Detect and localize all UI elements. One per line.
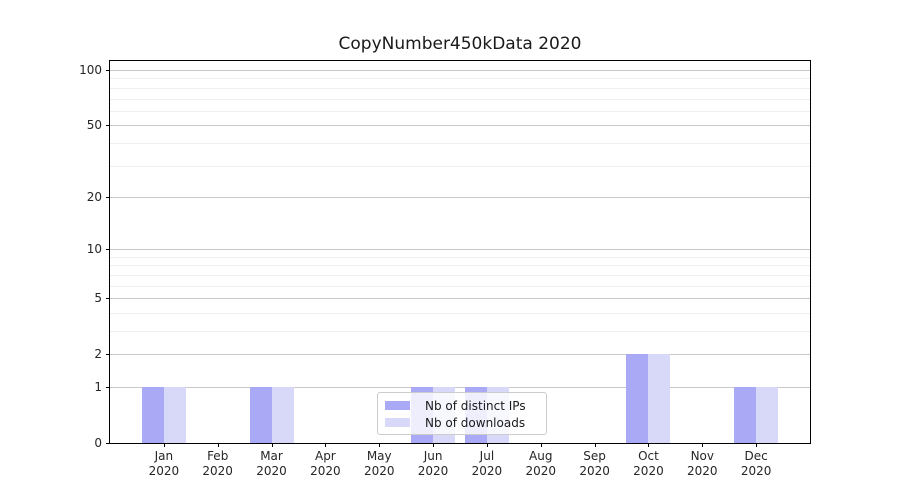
legend: Nb of distinct IPs Nb of downloads — [377, 392, 547, 435]
x-tick-label-jul: Jul2020 — [457, 449, 517, 479]
x-tick-sublabel: 2020 — [457, 464, 517, 479]
y-tick-mark — [106, 125, 110, 126]
x-tick-label-jun: Jun2020 — [403, 449, 463, 479]
major-gridline — [110, 354, 810, 355]
bar-oct-distinct-ips — [626, 354, 648, 443]
y-tick-mark — [106, 197, 110, 198]
bar-jan-distinct-ips — [142, 387, 164, 443]
chart-title: CopyNumber450kData 2020 — [110, 34, 810, 54]
y-tick-label: 50 — [38, 117, 102, 133]
minor-gridline — [110, 331, 810, 332]
x-tick-mark — [325, 443, 326, 447]
x-tick-sublabel: 2020 — [618, 464, 678, 479]
major-gridline — [110, 125, 810, 126]
x-tick-mark — [702, 443, 703, 447]
minor-gridline — [110, 143, 810, 144]
x-tick-label-apr: Apr2020 — [295, 449, 355, 479]
minor-gridline — [110, 88, 810, 89]
plot-area — [109, 60, 811, 444]
x-tick-mark — [541, 443, 542, 447]
x-tick-sublabel: 2020 — [295, 464, 355, 479]
x-tick-label-dec: Dec2020 — [726, 449, 786, 479]
legend-label-distinct-ips: Nb of distinct IPs — [425, 399, 526, 413]
x-tick-label-sep: Sep2020 — [565, 449, 625, 479]
x-tick-label-mar: Mar2020 — [242, 449, 302, 479]
major-gridline — [110, 70, 810, 71]
chart-figure: CopyNumber450kData 2020 0 1 2 5 10 20 50 100 Ja… — [0, 0, 900, 500]
x-tick-sublabel: 2020 — [672, 464, 732, 479]
y-tick-label: 20 — [38, 189, 102, 205]
y-tick-mark — [106, 249, 110, 250]
x-tick-mark — [164, 443, 165, 447]
y-tick-mark — [106, 387, 110, 388]
minor-gridline — [110, 166, 810, 167]
y-tick-label: 1 — [38, 379, 102, 395]
y-tick-label: 100 — [38, 62, 102, 78]
minor-gridline — [110, 111, 810, 112]
x-tick-label-may: May2020 — [349, 449, 409, 479]
x-tick-mark — [433, 443, 434, 447]
major-gridline — [110, 387, 810, 388]
x-tick-sublabel: 2020 — [511, 464, 571, 479]
x-tick-sublabel: 2020 — [565, 464, 625, 479]
x-tick-label-aug: Aug2020 — [511, 449, 571, 479]
y-tick-label: 10 — [38, 241, 102, 257]
y-tick-mark — [106, 70, 110, 71]
y-tick-mark — [106, 298, 110, 299]
bar-oct-downloads — [648, 354, 670, 443]
minor-gridline — [110, 275, 810, 276]
legend-item-distinct-ips: Nb of distinct IPs — [385, 397, 546, 414]
major-gridline — [110, 249, 810, 250]
legend-swatch-downloads — [385, 418, 410, 427]
minor-gridline — [110, 78, 810, 79]
x-tick-mark — [272, 443, 273, 447]
minor-gridline — [110, 313, 810, 314]
x-tick-mark — [756, 443, 757, 447]
minor-gridline — [110, 257, 810, 258]
x-tick-sublabel: 2020 — [726, 464, 786, 479]
x-tick-sublabel: 2020 — [403, 464, 463, 479]
y-tick-label: 2 — [38, 346, 102, 362]
x-tick-sublabel: 2020 — [242, 464, 302, 479]
bar-mar-distinct-ips — [250, 387, 272, 443]
x-tick-label-jan: Jan2020 — [134, 449, 194, 479]
x-tick-label-nov: Nov2020 — [672, 449, 732, 479]
x-tick-mark — [648, 443, 649, 447]
minor-gridline — [110, 99, 810, 100]
major-gridline — [110, 298, 810, 299]
x-tick-label-feb: Feb2020 — [188, 449, 248, 479]
x-tick-label-oct: Oct2020 — [618, 449, 678, 479]
legend-item-downloads: Nb of downloads — [385, 414, 546, 431]
bar-mar-downloads — [272, 387, 294, 443]
major-gridline — [110, 197, 810, 198]
x-tick-mark — [487, 443, 488, 447]
bar-dec-distinct-ips — [734, 387, 756, 443]
minor-gridline — [110, 286, 810, 287]
x-tick-sublabel: 2020 — [349, 464, 409, 479]
x-tick-mark — [218, 443, 219, 447]
x-tick-mark — [379, 443, 380, 447]
bar-jan-downloads — [164, 387, 186, 443]
y-tick-mark — [106, 443, 110, 444]
y-tick-label: 5 — [38, 290, 102, 306]
y-tick-label: 0 — [38, 435, 102, 451]
bar-dec-downloads — [756, 387, 778, 443]
legend-swatch-distinct-ips — [385, 401, 410, 410]
x-tick-mark — [595, 443, 596, 447]
y-tick-mark — [106, 354, 110, 355]
legend-label-downloads: Nb of downloads — [425, 416, 525, 430]
x-tick-sublabel: 2020 — [134, 464, 194, 479]
minor-gridline — [110, 265, 810, 266]
x-tick-sublabel: 2020 — [188, 464, 248, 479]
